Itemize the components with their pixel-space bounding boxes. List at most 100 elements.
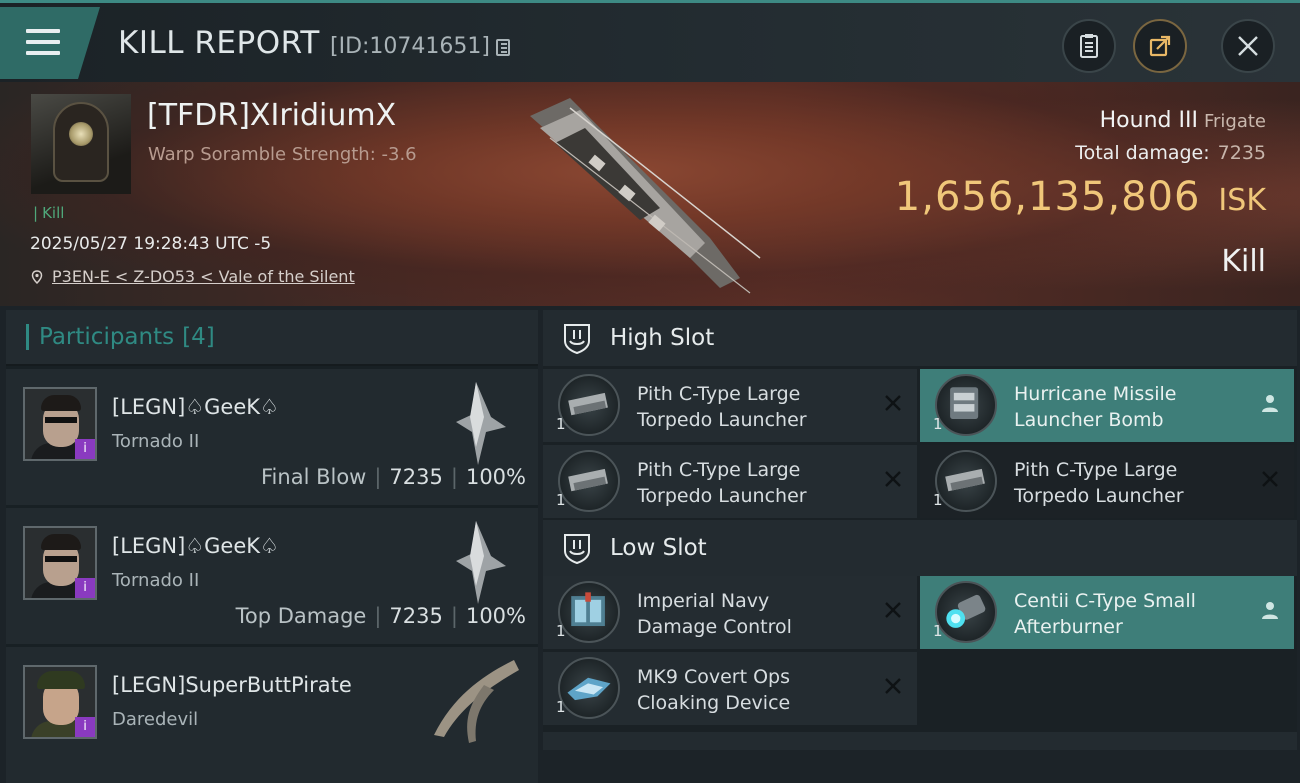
share-icon: [1149, 35, 1171, 57]
victim-ship: Hound III Frigate: [1100, 108, 1266, 133]
total-damage-label: Total damage:: [1075, 142, 1210, 164]
total-damage: Total damage: 7235: [1075, 142, 1266, 164]
participant-row[interactable]: i [LEGN]SuperButtPirate Daredevil: [6, 647, 538, 783]
victim-name[interactable]: [TFDR]XIridiumX: [147, 98, 396, 133]
participant-name: [LEGN]♤GeeK♤: [112, 395, 279, 419]
participant-row[interactable]: i [LEGN]♤GeeK♤ Tornado II Final Blow | 723…: [6, 369, 538, 505]
remove-x-icon[interactable]: [1260, 469, 1280, 489]
slot-shield-icon: [564, 324, 590, 355]
module-name: Pith C-Type Large Torpedo Launcher: [637, 383, 807, 431]
rank-badge-icon: i: [75, 578, 95, 598]
low-slot-title: Low Slot: [610, 535, 707, 561]
kill-datetime: 2025/05/27 19:28:43 UTC -5: [30, 234, 272, 254]
participant-percent: 100%: [465, 465, 526, 489]
victim-ship-image: [530, 98, 761, 294]
participant-ship-image: [456, 382, 506, 465]
missile-launcher-icon: [935, 374, 997, 436]
module-item[interactable]: 1 MK9 Covert Ops Cloaking Device: [543, 652, 917, 725]
slot-shield-icon: [564, 534, 590, 565]
participants-title: Participants: [39, 324, 175, 350]
module-item[interactable]: 1 Pith C-Type Large Torpedo Launcher: [543, 445, 917, 518]
location-text: P3EN-E < Z-DO53 < Vale of the Silent: [52, 267, 355, 286]
victim-ship-name: Hound III: [1099, 108, 1198, 133]
rank-badge-icon: i: [75, 439, 95, 459]
close-icon: [1238, 36, 1258, 56]
participant-ship: Tornado II: [112, 431, 200, 452]
remove-x-icon[interactable]: [883, 393, 903, 413]
module-quantity: 1: [933, 491, 943, 509]
victim-ship-class: Frigate: [1203, 111, 1266, 132]
remove-x-icon[interactable]: [883, 469, 903, 489]
kill-tag: Kill: [33, 204, 64, 222]
module-quantity: 1: [556, 415, 566, 433]
top-bar: KILL REPORT [ID:10741651]: [0, 0, 1300, 82]
participants-header: Participants [4]: [6, 310, 538, 366]
warp-scramble-strength: Warp Soramble Strength: -3.6: [148, 144, 417, 165]
participant-row[interactable]: i [LEGN]♤GeeK♤ Tornado II Top Damage | 723…: [6, 508, 538, 644]
fitting-panel: High Slot 1 Pith C-Type Large Torpedo Lau…: [543, 310, 1297, 750]
module-name: Hurricane Missile Launcher Bomb: [1014, 383, 1177, 431]
close-button[interactable]: [1221, 19, 1275, 73]
module-quantity: 1: [933, 415, 943, 433]
high-slot-title: High Slot: [610, 325, 715, 351]
avatar[interactable]: i: [23, 387, 97, 461]
avatar[interactable]: i: [23, 526, 97, 600]
low-slot-header: Low Slot: [543, 520, 1297, 576]
menu-button[interactable]: [0, 7, 100, 79]
module-item[interactable]: 1 Centii C-Type Small Afterburner: [920, 576, 1294, 649]
cloaking-device-icon: [558, 657, 620, 719]
torpedo-launcher-icon: [935, 450, 997, 512]
module-item[interactable]: 1 Imperial Navy Damage Control: [543, 576, 917, 649]
module-item[interactable]: 1 Pith C-Type Large Torpedo Launcher: [920, 445, 1294, 518]
remove-x-icon[interactable]: [883, 676, 903, 696]
participant-name: [LEGN]♤GeeK♤: [112, 534, 279, 558]
participant-ship-image: [434, 660, 519, 743]
participants-count: [4]: [182, 324, 215, 350]
location-pin-icon: [31, 269, 43, 284]
participant-stats: Top Damage | 7235 | 100%: [235, 604, 526, 628]
report-id: [ID:10741651]: [330, 34, 490, 59]
participant-damage: 7235: [389, 465, 443, 489]
participant-ship: Tornado II: [112, 570, 200, 591]
module-name: MK9 Covert Ops Cloaking Device: [637, 666, 791, 714]
torpedo-launcher-icon: [558, 450, 620, 512]
victim-banner: [TFDR]XIridiumX Warp Soramble Strength: …: [0, 82, 1300, 306]
isk-amount: 1,656,135,806: [894, 174, 1201, 220]
module-name: Pith C-Type Large Torpedo Launcher: [637, 459, 807, 507]
afterburner-icon: [935, 581, 997, 643]
participant-percent: 100%: [465, 604, 526, 628]
remove-x-icon[interactable]: [883, 600, 903, 620]
participants-panel: Participants [4] i [LEGN]♤GeeK♤ Tornado …: [6, 310, 538, 783]
participant-label: Final Blow: [261, 465, 367, 489]
high-slot-header: High Slot: [543, 310, 1297, 366]
participant-damage: 7235: [389, 604, 443, 628]
victim-avatar[interactable]: [31, 94, 131, 194]
module-quantity: 1: [556, 622, 566, 640]
share-button[interactable]: [1133, 19, 1187, 73]
kill-location-link[interactable]: P3EN-E < Z-DO53 < Vale of the Silent: [30, 267, 355, 286]
clipboard-button[interactable]: [1062, 19, 1116, 73]
next-slot-header: [543, 732, 1297, 750]
module-quantity: 1: [933, 622, 943, 640]
rank-badge-icon: i: [75, 717, 95, 737]
copy-icon[interactable]: [496, 39, 510, 56]
damage-control-icon: [558, 581, 620, 643]
module-item[interactable]: 1 Pith C-Type Large Torpedo Launcher: [543, 369, 917, 442]
person-icon[interactable]: [1260, 393, 1280, 413]
page-title: KILL REPORT: [118, 25, 320, 61]
menu-icon: [26, 29, 60, 62]
module-name: Pith C-Type Large Torpedo Launcher: [1014, 459, 1184, 507]
total-damage-value: 7235: [1217, 142, 1266, 164]
module-item[interactable]: 1 Hurricane Missile Launcher Bomb: [920, 369, 1294, 442]
module-quantity: 1: [556, 491, 566, 509]
participant-ship: Daredevil: [112, 709, 199, 730]
kill-result: Kill: [1221, 244, 1266, 279]
participant-stats: Final Blow | 7235 | 100%: [261, 465, 526, 489]
avatar[interactable]: i: [23, 665, 97, 739]
participant-label: Top Damage: [235, 604, 367, 628]
person-icon[interactable]: [1260, 600, 1280, 620]
module-name: Centii C-Type Small Afterburner: [1014, 590, 1196, 638]
module-name: Imperial Navy Damage Control: [637, 590, 792, 638]
isk-value: 1,656,135,806 ISK: [895, 174, 1266, 220]
clipboard-icon: [1080, 34, 1098, 58]
